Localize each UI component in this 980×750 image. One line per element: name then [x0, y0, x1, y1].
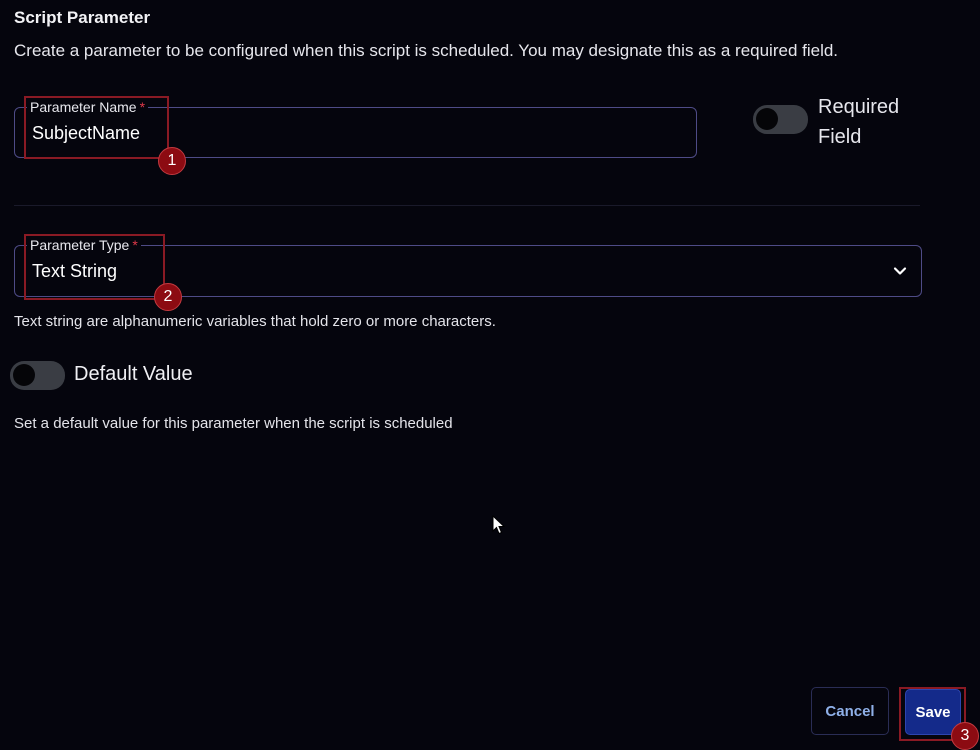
page-description: Create a parameter to be configured when…: [14, 41, 839, 60]
chevron-down-icon[interactable]: [892, 263, 908, 279]
default-value-hint: Set a default value for this parameter w…: [14, 415, 453, 432]
toggle-knob: [13, 364, 35, 386]
step-marker-3: 3: [951, 722, 979, 750]
step-marker-2: 2: [154, 283, 182, 311]
highlight-box-1: [24, 96, 169, 159]
default-value-label: Default Value: [74, 363, 193, 385]
parameter-type-hint: Text string are alphanumeric variables t…: [14, 313, 496, 330]
cancel-button[interactable]: Cancel: [811, 687, 889, 735]
page-title: Script Parameter: [14, 8, 151, 27]
toggle-knob: [756, 108, 778, 130]
step-marker-1: 1: [158, 147, 186, 175]
required-field-label: Required Field: [818, 96, 900, 148]
required-field-toggle[interactable]: [753, 105, 808, 134]
mouse-cursor-icon: [492, 515, 506, 535]
default-value-toggle[interactable]: [10, 361, 65, 390]
highlight-box-2: [24, 234, 165, 300]
section-divider: [14, 205, 920, 206]
